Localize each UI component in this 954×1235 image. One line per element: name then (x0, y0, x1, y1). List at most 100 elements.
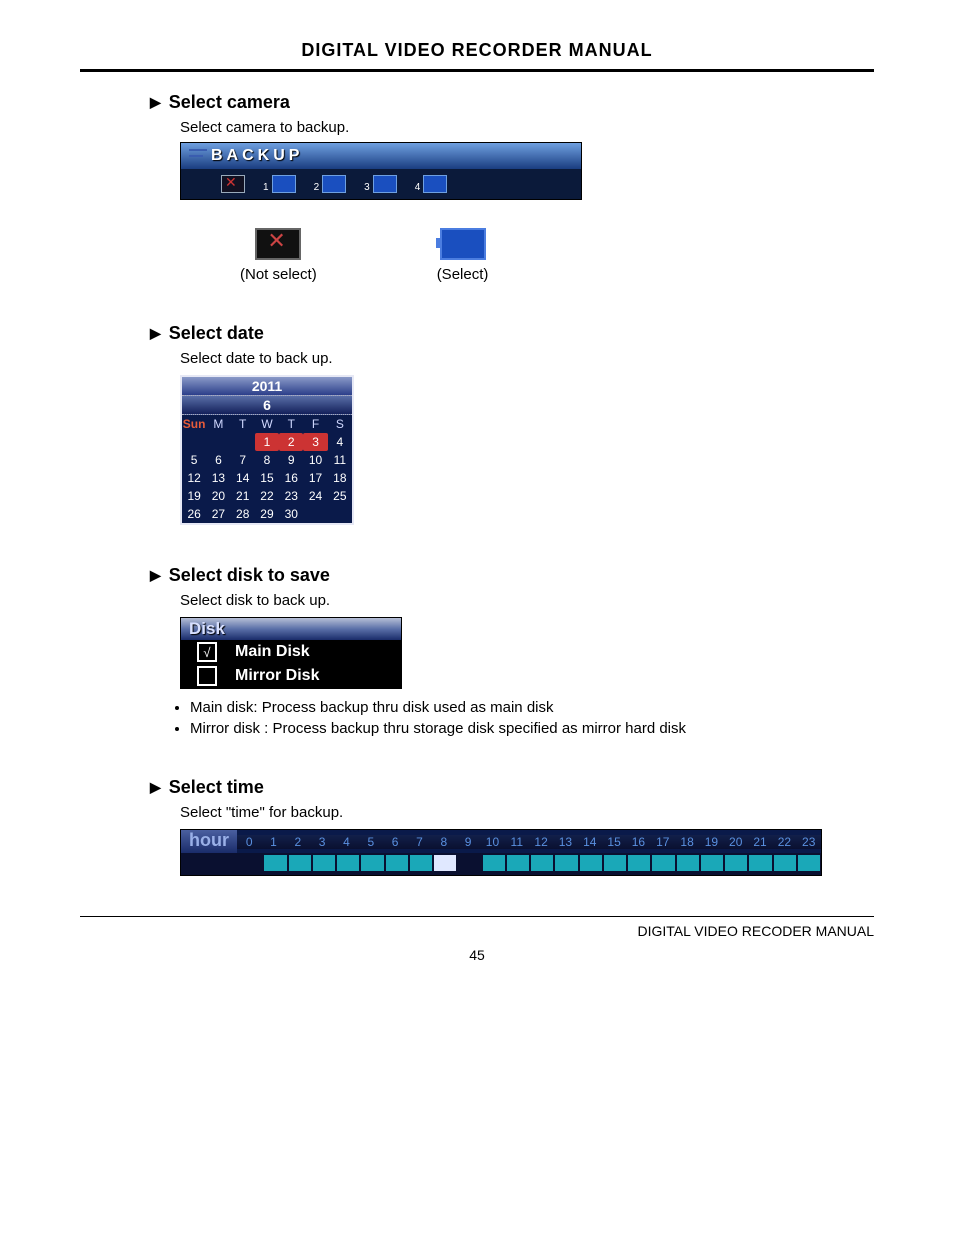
legend-select: (Select) (437, 266, 489, 283)
hour-number: 2 (286, 835, 310, 849)
calendar-day: 12 (182, 469, 206, 487)
bullet-item: Main disk: Process backup thru disk used… (190, 699, 874, 716)
hour-number: 3 (310, 835, 334, 849)
hour-cell (361, 855, 383, 871)
hour-label: hour (181, 830, 237, 853)
hour-number: 0 (237, 835, 261, 849)
page-title: DIGITAL VIDEO RECORDER MANUAL (80, 40, 874, 61)
section-select-date: ▶ Select date Select date to back up. 20… (150, 323, 874, 525)
hour-cell (774, 855, 796, 871)
calendar-day: 1 (255, 433, 279, 451)
calendar-day: 19 (182, 487, 206, 505)
calendar-day: 29 (255, 505, 279, 523)
hour-number: 10 (480, 835, 504, 849)
hour-number: 19 (699, 835, 723, 849)
hour-cell (483, 855, 505, 871)
calendar-dow: T (279, 415, 303, 433)
hour-cell (434, 855, 456, 871)
disk-label: Mirror Disk (235, 667, 319, 685)
hour-number: 20 (724, 835, 748, 849)
camera-select-icon (373, 175, 397, 193)
hour-cell (604, 855, 626, 871)
calendar-day: 23 (279, 487, 303, 505)
section-select-camera: ▶ Select camera Select camera to backup.… (150, 92, 874, 283)
calendar-day (303, 505, 327, 523)
hour-number: 11 (505, 835, 529, 849)
hour-cell (313, 855, 335, 871)
camera-slot-4: 4 (415, 175, 448, 193)
text-select-time: Select "time" for backup. (180, 804, 874, 821)
calendar-day: 18 (328, 469, 352, 487)
heading-select-date: Select date (169, 323, 264, 344)
hour-cell (264, 855, 286, 871)
footer-rule (80, 916, 874, 917)
camera-notselect-icon (255, 228, 301, 260)
camera-select-icon (272, 175, 296, 193)
triangle-icon: ▶ (150, 325, 161, 342)
hour-number: 17 (651, 835, 675, 849)
hour-number: 12 (529, 835, 553, 849)
calendar-day: 24 (303, 487, 327, 505)
calendar-day: 5 (182, 451, 206, 469)
hour-number: 16 (626, 835, 650, 849)
hour-cell (531, 855, 553, 871)
camera-select-icon (423, 175, 447, 193)
calendar-day: 30 (279, 505, 303, 523)
hour-panel: hour 01234567891011121314151617181920212… (180, 829, 822, 876)
disk-bullets: Main disk: Process backup thru disk used… (190, 699, 874, 737)
calendar-day (206, 433, 230, 451)
hour-cell (628, 855, 650, 871)
hour-number: 14 (578, 835, 602, 849)
text-select-disk: Select disk to back up. (180, 592, 874, 609)
triangle-icon: ▶ (150, 567, 161, 584)
camera-notselect-icon (221, 175, 245, 193)
camera-select-icon (440, 228, 486, 260)
calendar-month: 6 (182, 396, 352, 415)
calendar-day: 15 (255, 469, 279, 487)
backup-icons-row: 1 2 3 4 (181, 169, 581, 199)
hour-cell (652, 855, 674, 871)
checkbox-icon: √ (197, 642, 217, 662)
hour-number: 6 (383, 835, 407, 849)
heading-select-disk: Select disk to save (169, 565, 330, 586)
calendar-day: 21 (231, 487, 255, 505)
hour-cell (386, 855, 408, 871)
hour-number: 4 (334, 835, 358, 849)
section-select-time: ▶ Select time Select "time" for backup. … (150, 777, 874, 876)
calendar-day: 7 (231, 451, 255, 469)
footer-text: DIGITAL VIDEO RECODER MANUAL (80, 923, 874, 939)
calendar-day: 17 (303, 469, 327, 487)
hour-cell (749, 855, 771, 871)
heading-select-camera: Select camera (169, 92, 290, 113)
hour-number: 7 (407, 835, 431, 849)
hour-number: 18 (675, 835, 699, 849)
calendar-table: SunMTWTFS 123456789101112131415161718192… (182, 415, 352, 523)
calendar-dow: Sun (182, 415, 206, 433)
disk-row: √Main Disk (181, 640, 401, 664)
calendar-day: 9 (279, 451, 303, 469)
calendar-dow: F (303, 415, 327, 433)
hour-cell (701, 855, 723, 871)
hour-cell (507, 855, 529, 871)
hour-number: 15 (602, 835, 626, 849)
calendar-day: 11 (328, 451, 352, 469)
disk-panel: Disk √Main DiskMirror Disk (180, 617, 402, 689)
calendar-day (231, 433, 255, 451)
camera-slot-2: 2 (314, 175, 347, 193)
calendar-day: 16 (279, 469, 303, 487)
calendar-day: 10 (303, 451, 327, 469)
backup-bar-title: BACKUP (181, 143, 581, 169)
camera-slot-3: 3 (364, 175, 397, 193)
hour-cell (240, 855, 262, 871)
calendar-day (182, 433, 206, 451)
checkbox-icon (197, 666, 217, 686)
calendar-day (328, 505, 352, 523)
hour-number: 5 (359, 835, 383, 849)
text-select-date: Select date to back up. (180, 350, 874, 367)
backup-bar: BACKUP 1 2 3 4 (180, 142, 582, 200)
hour-cell (798, 855, 820, 871)
calendar-year: 2011 (182, 377, 352, 396)
calendar-day: 20 (206, 487, 230, 505)
camera-select-icon (322, 175, 346, 193)
triangle-icon: ▶ (150, 779, 161, 796)
